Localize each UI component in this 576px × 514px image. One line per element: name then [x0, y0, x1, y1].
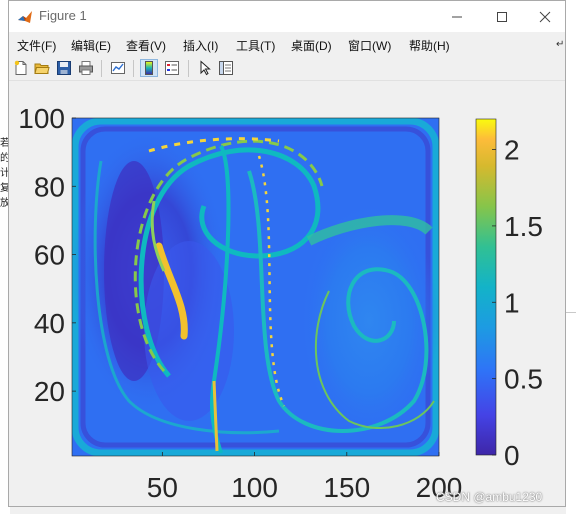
figure-svg: 20406080100 50 100 150 200 00.511.52	[18, 103, 543, 503]
dock-arrow-icon[interactable]: ↵	[556, 39, 564, 50]
heatmap-image	[72, 118, 439, 456]
desktop-background-right	[566, 0, 576, 514]
y-tick-label: 20	[34, 376, 65, 407]
menu-insert[interactable]: 插入(I)	[183, 37, 218, 54]
y-axis-ticks: 20 40 60 80 100	[18, 103, 76, 407]
arrow-pointer-icon	[200, 60, 211, 76]
new-file-icon	[14, 60, 27, 75]
menu-tools[interactable]: 工具(T)	[236, 37, 275, 54]
watermark: CSDN @ambu1230	[436, 490, 543, 504]
print-icon	[79, 61, 93, 75]
matlab-icon	[18, 11, 32, 23]
edit-plot-button[interactable]	[196, 59, 214, 77]
toolbar-separator	[101, 60, 102, 77]
x-tick-label: 50	[147, 472, 178, 503]
colorbar-tick-label: 0.5	[504, 364, 543, 395]
menu-help[interactable]: 帮助(H)	[409, 37, 450, 54]
open-file-button[interactable]	[33, 59, 51, 77]
colorbar-ticks: 0 0.5 1 1.5 2	[492, 135, 543, 471]
colorbar-icon	[145, 61, 153, 75]
insert-legend-button[interactable]	[163, 59, 181, 77]
menu-desktop[interactable]: 桌面(D)	[291, 37, 332, 54]
link-plot-icon	[111, 62, 125, 74]
close-button[interactable]	[522, 1, 565, 32]
save-button[interactable]	[55, 59, 73, 77]
legend-icon	[165, 61, 179, 75]
colorbar[interactable]	[475, 118, 497, 456]
maximize-icon	[497, 11, 507, 22]
x-axis-ticks: 50 100 150 200	[147, 452, 462, 503]
maximize-button[interactable]	[479, 1, 525, 32]
y-tick-label: 40	[34, 308, 65, 339]
colorbar-tick-label: 1.5	[504, 211, 543, 242]
new-figure-button[interactable]	[12, 59, 30, 77]
property-inspector-button[interactable]	[217, 59, 235, 77]
menu-bar: 文件(F) 编辑(E) 查看(V) 插入(I) 工具(T) 桌面(D) 窗口(W…	[9, 32, 565, 56]
minimize-button[interactable]	[434, 1, 480, 32]
menu-file[interactable]: 文件(F)	[17, 37, 56, 54]
window-title: Figure 1	[39, 8, 87, 23]
desktop-divider	[566, 312, 576, 313]
figure-canvas: 20 40 60 80 100 50 100 150 200 0 0.5 1 1.5 2	[9, 81, 565, 506]
x-tick-label: 150	[323, 472, 370, 503]
toolbar	[9, 56, 565, 81]
link-plot-button[interactable]	[109, 59, 127, 77]
close-icon	[539, 11, 551, 22]
toolbar-separator	[133, 60, 134, 77]
menu-window[interactable]: 窗口(W)	[348, 37, 391, 54]
folder-open-icon	[34, 63, 50, 74]
colorbar-tick-label: 0	[504, 440, 520, 471]
menu-view[interactable]: 查看(V)	[126, 37, 166, 54]
figure-window: Figure 1 文件(F) 编辑(E) 查看(V) 插入(I) 工具(T) 桌…	[8, 0, 566, 507]
x-tick-label: 100	[231, 472, 278, 503]
colorbar-tick-label: 1	[504, 287, 520, 318]
y-tick-label: 100	[18, 103, 65, 134]
colorbar-tick-label: 2	[504, 135, 520, 166]
toolbar-separator	[188, 60, 189, 77]
minimize-icon	[452, 16, 462, 17]
title-bar[interactable]: Figure 1	[9, 1, 565, 32]
property-inspector-icon	[219, 61, 233, 75]
insert-colorbar-button[interactable]	[140, 59, 158, 77]
menu-edit[interactable]: 编辑(E)	[71, 37, 111, 54]
y-tick-label: 80	[34, 171, 65, 202]
print-button[interactable]	[77, 59, 95, 77]
save-icon	[57, 61, 71, 75]
y-tick-label: 60	[34, 240, 65, 271]
